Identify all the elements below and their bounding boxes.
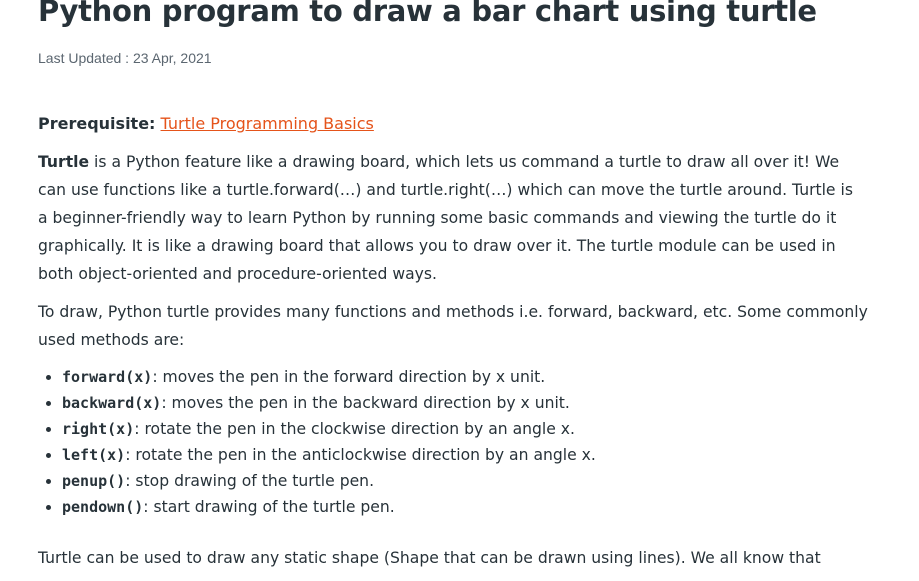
closing-paragraph: Turtle can be used to draw any static sh… — [38, 549, 821, 567]
method-name: penup() — [62, 472, 126, 490]
method-desc: : start drawing of the turtle pen. — [143, 498, 395, 516]
list-item: backward(x): moves the pen in the backwa… — [62, 390, 596, 416]
method-name: right(x) — [62, 420, 135, 438]
method-desc: : moves the pen in the forward direction… — [152, 368, 546, 386]
prerequisite-label: Prerequisite: — [38, 114, 156, 133]
method-name: pendown() — [62, 498, 144, 516]
methods-list: forward(x): moves the pen in the forward… — [38, 364, 596, 520]
prerequisite-line: Prerequisite: Turtle Programming Basics — [38, 114, 374, 133]
method-desc: : rotate the pen in the clockwise direct… — [134, 420, 575, 438]
intro-paragraph: Turtle is a Python feature like a drawin… — [38, 148, 858, 288]
method-name: left(x) — [62, 446, 126, 464]
method-desc: : moves the pen in the backward directio… — [161, 394, 570, 412]
list-item: right(x): rotate the pen in the clockwis… — [62, 416, 596, 442]
list-item: left(x): rotate the pen in the anticlock… — [62, 442, 596, 468]
method-name: backward(x) — [62, 394, 162, 412]
page-title: Python program to draw a bar chart using… — [38, 0, 817, 28]
intro-text: is a Python feature like a drawing board… — [38, 153, 853, 283]
list-item: forward(x): moves the pen in the forward… — [62, 364, 596, 390]
last-updated: Last Updated : 23 Apr, 2021 — [38, 50, 212, 66]
method-name: forward(x) — [62, 368, 153, 386]
methods-intro-paragraph: To draw, Python turtle provides many fun… — [38, 303, 868, 349]
prerequisite-link[interactable]: Turtle Programming Basics — [161, 114, 374, 133]
list-item: penup(): stop drawing of the turtle pen. — [62, 468, 596, 494]
method-desc: : stop drawing of the turtle pen. — [125, 472, 375, 490]
list-item: pendown(): start drawing of the turtle p… — [62, 494, 596, 520]
method-desc: : rotate the pen in the anticlockwise di… — [125, 446, 596, 464]
intro-bold-term: Turtle — [38, 153, 90, 171]
